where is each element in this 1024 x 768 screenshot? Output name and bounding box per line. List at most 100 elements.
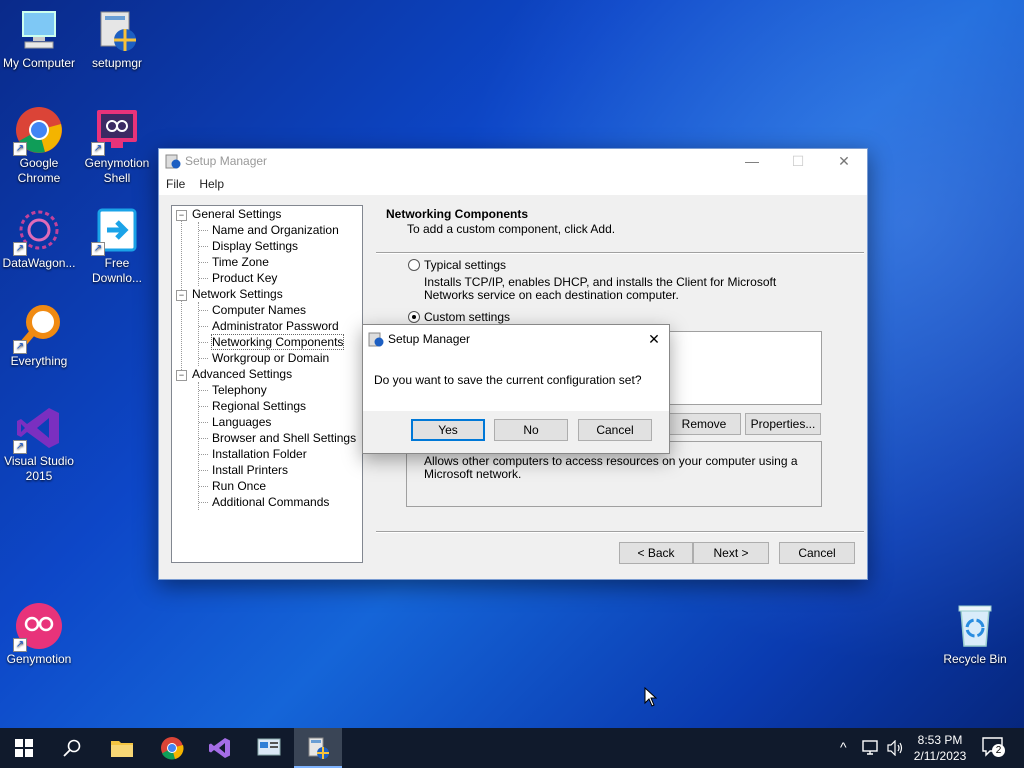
tree-connector [199,470,208,471]
page-subtitle: To add a custom component, click Add. [407,222,616,236]
settings-tree[interactable]: − General Settings Name and Organization… [171,205,363,563]
desktop-icon-genymotion-shell[interactable]: ↗ Genymotion Shell [78,106,156,186]
taskbar-visual-studio[interactable] [196,728,244,768]
tree-connector [199,246,208,247]
tree-item-run-once[interactable]: Run Once [212,479,266,493]
tree-item-name-and-organization[interactable]: Name and Organization [212,223,339,237]
tree-item-workgroup-or-domain[interactable]: Workgroup or Domain [212,351,329,365]
volume-icon[interactable] [886,740,904,756]
tree-connector [198,302,199,366]
desktop-icon-everything[interactable]: ↗ Everything [0,304,78,369]
properties-button[interactable]: Properties... [745,413,821,435]
desktop-icon-label: Free Downlo... [91,256,143,285]
desktop-icon-google-chrome[interactable]: ↗ Google Chrome [0,106,78,186]
shortcut-arrow-icon: ↗ [13,440,27,454]
folder-icon [111,741,133,757]
recycle-bin-icon [951,602,999,650]
tree-item-computer-names[interactable]: Computer Names [212,303,306,317]
tree-item-install-printers[interactable]: Install Printers [212,463,288,477]
typical-settings-radio[interactable] [408,259,420,271]
tree-item-installation-folder[interactable]: Installation Folder [212,447,307,461]
computer-icon [15,6,63,54]
tree-item-time-zone[interactable]: Time Zone [212,255,269,269]
tree-item-administrator-password[interactable]: Administrator Password [212,319,339,333]
clock[interactable]: 8:53 PM 2/11/2023 [912,732,968,764]
setup-manager-app-icon [368,332,384,347]
visual-studio-icon: ↗ [13,404,63,454]
tree-collapse-toggle[interactable]: − [176,290,187,301]
desktop-icon-free-download[interactable]: ↗ Free Downlo... [78,206,156,286]
chrome-icon: ↗ [13,106,63,156]
taskbar-chrome[interactable] [148,728,196,768]
back-button[interactable]: < Back [619,542,693,564]
tree-connector [198,222,199,286]
desktop-icon-my-computer[interactable]: My Computer [0,6,78,71]
tree-collapse-toggle[interactable]: − [176,370,187,381]
tree-item-languages[interactable]: Languages [212,415,271,429]
clock-date: 2/11/2023 [913,749,967,763]
tree-collapse-toggle[interactable]: − [176,210,187,221]
search-icon [63,739,81,757]
footer-separator [376,531,864,533]
tree-item-general-settings[interactable]: General Settings [192,207,281,221]
tree-item-regional-settings[interactable]: Regional Settings [212,399,306,413]
tree-connector [199,390,208,391]
taskbar-setup-manager[interactable] [294,728,342,768]
mouse-cursor-icon [644,687,658,707]
tree-item-networking-components[interactable]: Networking Components [210,334,345,350]
shortcut-arrow-icon: ↗ [13,340,27,354]
network-icon[interactable] [862,740,880,756]
desktop-icon-label: Visual Studio 2015 [4,454,74,483]
genymotion-shell-icon: ↗ [91,106,141,156]
tree-item-additional-commands[interactable]: Additional Commands [212,495,329,509]
tray-overflow-chevron-icon[interactable]: ^ [840,739,847,755]
free-download-icon: ↗ [91,206,141,256]
dialog-no-button[interactable]: No [494,419,568,441]
dialog-titlebar[interactable]: Setup Manager ✕ [363,325,669,353]
minimize-button[interactable]: — [729,149,775,173]
typical-settings-label[interactable]: Typical settings [424,258,506,272]
cancel-button[interactable]: Cancel [779,542,855,564]
custom-settings-label[interactable]: Custom settings [424,310,510,324]
window-titlebar[interactable]: Setup Manager — ☐ ✕ [159,149,867,173]
tree-connector [199,278,208,279]
taskbar-control-panel[interactable] [245,728,293,768]
desktop-icon-label: Genymotion [6,652,72,666]
shortcut-arrow-icon: ↗ [13,242,27,256]
desktop-icon-recycle-bin[interactable]: Recycle Bin [936,602,1014,667]
menu-help[interactable]: Help [192,177,231,191]
desktop-icon-datawagon[interactable]: ↗ DataWagon... [0,206,78,271]
control-panel-icon [257,738,281,756]
chrome-icon [161,737,184,760]
remove-button[interactable]: Remove [667,413,741,435]
desktop-icon-genymotion[interactable]: ↗ Genymotion [0,602,78,667]
tree-item-display-settings[interactable]: Display Settings [212,239,298,253]
taskbar-file-explorer[interactable] [98,728,146,768]
component-description: Allows other computers to access resourc… [424,454,798,481]
tree-item-advanced-settings[interactable]: Advanced Settings [192,367,292,381]
custom-settings-radio[interactable] [408,311,420,323]
tree-connector [199,230,208,231]
tree-connector [199,310,208,311]
start-button[interactable] [0,728,48,768]
tree-item-product-key[interactable]: Product Key [212,271,277,285]
dialog-close-button[interactable]: ✕ [639,331,669,348]
shortcut-arrow-icon: ↗ [13,638,27,652]
clock-time: 8:53 PM [917,733,963,747]
desktop-icon-setupmgr[interactable]: setupmgr [78,6,156,71]
tree-item-browser-and-shell-settings[interactable]: Browser and Shell Settings [212,431,356,445]
tree-item-network-settings[interactable]: Network Settings [192,287,283,301]
menu-bar: File Help [159,173,867,195]
tree-item-telephony[interactable]: Telephony [212,383,267,397]
desktop-icon-visual-studio[interactable]: ↗ Visual Studio 2015 [0,404,78,484]
search-button[interactable] [48,728,96,768]
action-center-button[interactable]: 2 [982,737,1005,760]
next-button[interactable]: Next > [693,542,769,564]
everything-search-icon: ↗ [13,304,63,354]
dialog-yes-button[interactable]: Yes [411,419,485,441]
menu-file[interactable]: File [159,177,192,191]
maximize-button[interactable]: ☐ [775,149,821,173]
dialog-cancel-button[interactable]: Cancel [578,419,652,441]
desktop-icon-label: Genymotion Shell [84,156,150,185]
close-button[interactable]: ✕ [821,149,867,173]
